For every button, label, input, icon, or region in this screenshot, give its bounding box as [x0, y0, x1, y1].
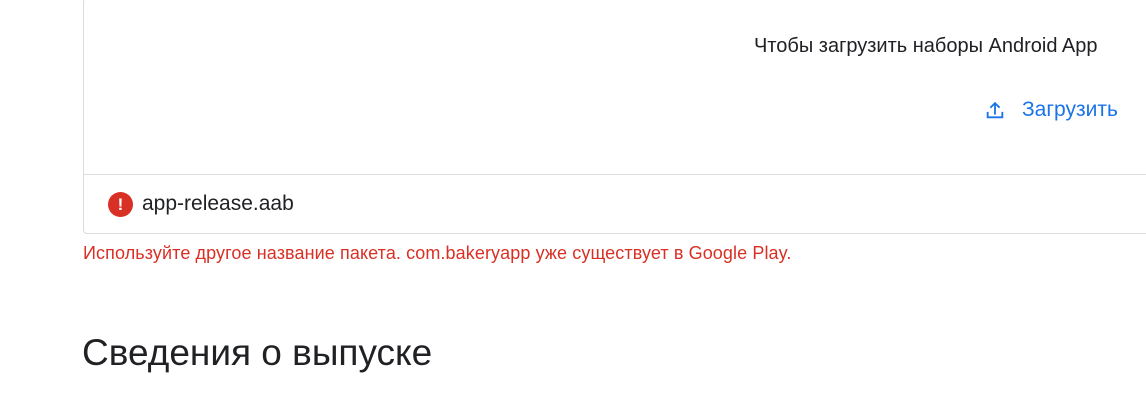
error-icon: !	[108, 191, 133, 217]
upload-button[interactable]: Загрузить	[984, 95, 1118, 125]
upload-instruction-text: Чтобы загрузить наборы Android App	[754, 35, 1098, 57]
upload-dropzone[interactable]: Чтобы загрузить наборы Android App Загру…	[84, 0, 1146, 174]
uploaded-file-row: ! app-release.aab	[84, 175, 1146, 233]
page: Чтобы загрузить наборы Android App Загру…	[0, 0, 1146, 404]
file-name: app-release.aab	[142, 192, 294, 215]
upload-button-label: Загрузить	[1022, 98, 1118, 121]
upload-icon	[986, 101, 1004, 119]
upload-card: Чтобы загрузить наборы Android App Загру…	[83, 0, 1146, 234]
section-title: Сведения о выпуске	[82, 332, 433, 373]
error-message: Используйте другое название пакета. com.…	[83, 243, 792, 263]
